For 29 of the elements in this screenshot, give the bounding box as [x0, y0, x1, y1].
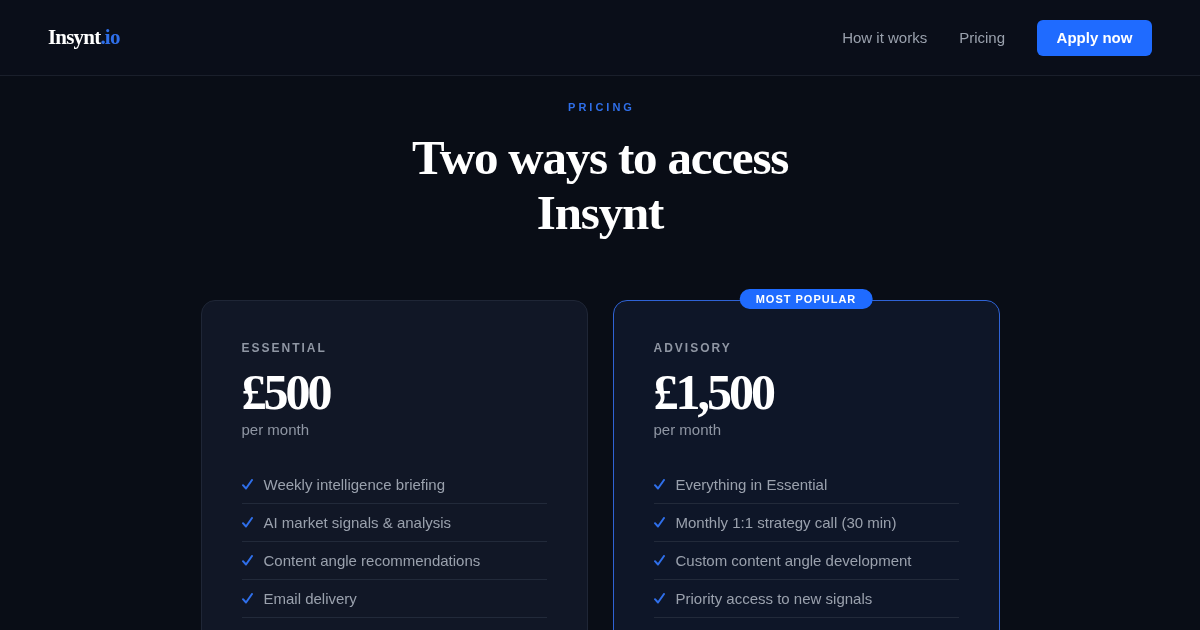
logo[interactable]: Insynt.io	[48, 25, 120, 50]
check-icon	[653, 593, 665, 604]
feature-text: Custom content angle development	[675, 551, 912, 570]
feature-text: AI market signals & analysis	[263, 513, 452, 532]
nav-link[interactable]: How it works	[842, 29, 928, 46]
check-icon	[653, 555, 665, 566]
apply-button[interactable]: Apply now	[1037, 19, 1152, 56]
feature-text: Everything in Essential	[675, 475, 828, 494]
plan-name: ADVISORY	[653, 341, 733, 355]
feature-text: Weekly intelligence briefing	[263, 475, 445, 494]
check-icon	[653, 517, 665, 528]
check-icon	[241, 517, 253, 528]
check-icon	[241, 479, 253, 490]
billing-period: per month	[653, 420, 723, 440]
check-icon	[653, 479, 665, 490]
plan-name: ESSENTIAL	[241, 341, 328, 355]
feature-text: Monthly 1:1 strategy call (30 min)	[675, 513, 897, 532]
check-icon	[241, 593, 253, 604]
popular-badge: MOST POPULAR	[739, 289, 873, 309]
section-label: PRICING	[567, 100, 635, 114]
feature-text: Email delivery	[263, 589, 357, 608]
section-heading: Two ways to access Insynt	[410, 130, 790, 240]
check-icon	[241, 555, 253, 566]
plan-price: £1,500	[653, 366, 775, 418]
billing-period: per month	[241, 420, 311, 440]
plan-price: £500	[241, 366, 331, 418]
nav-link[interactable]: Pricing	[959, 29, 1005, 46]
feature-text: Priority access to new signals	[675, 589, 873, 608]
feature-text: Content angle recommendations	[263, 551, 481, 570]
